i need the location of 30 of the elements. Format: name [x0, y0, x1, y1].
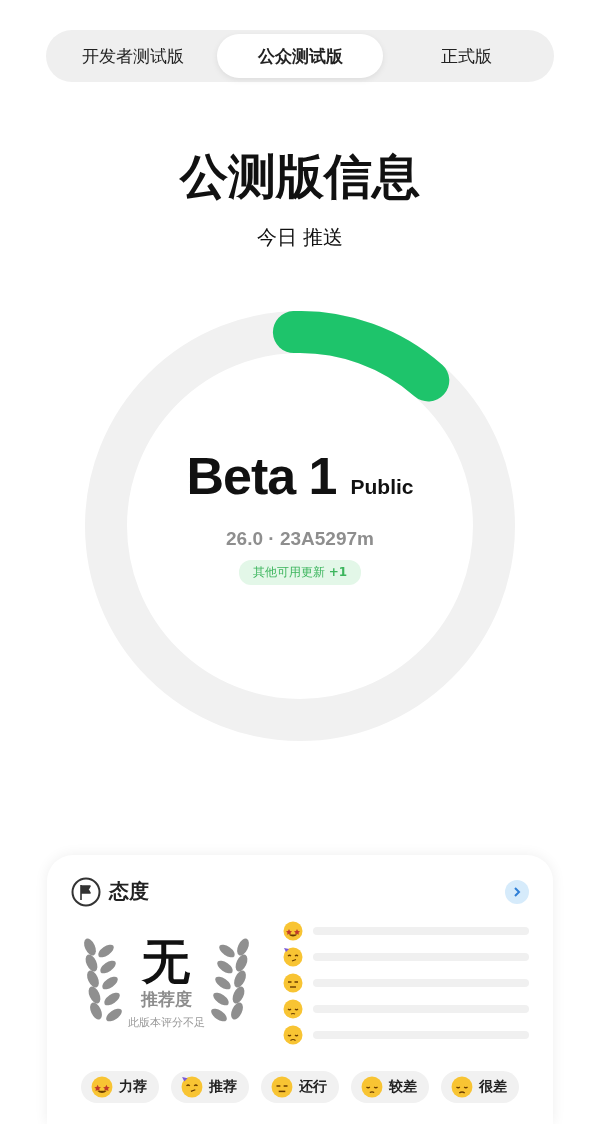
party-emoji-icon — [181, 1075, 203, 1098]
page-title: 公测版信息 — [180, 148, 420, 206]
neutral-emoji-icon — [283, 972, 303, 993]
vote-button[interactable]: 推荐 — [171, 1070, 249, 1103]
starstruck-emoji-icon — [91, 1075, 113, 1098]
pensive-emoji-icon — [361, 1075, 383, 1098]
chevron-right-icon — [512, 885, 522, 898]
vote-button[interactable]: 还行 — [261, 1070, 339, 1103]
neutral-emoji-icon — [271, 1075, 293, 1098]
vote-button[interactable]: 较差 — [351, 1070, 429, 1103]
sad-emoji-icon — [451, 1075, 473, 1098]
starstruck-emoji-icon — [283, 920, 303, 941]
recommendation-score: 无 — [142, 935, 190, 988]
next-button[interactable] — [505, 879, 529, 904]
version-tab[interactable]: 正式版 — [383, 34, 550, 78]
vote-button[interactable]: 很差 — [441, 1070, 519, 1103]
version-name: Beta 1 — [186, 446, 337, 507]
build-number: 26.0 · 23A5297m — [226, 528, 374, 551]
card-title: 态度 — [109, 878, 150, 906]
vote-button[interactable]: 力荐 — [81, 1070, 159, 1103]
page-subtitle: 今日 推送 — [256, 223, 344, 251]
pensive-emoji-icon — [283, 998, 303, 1019]
release-channel: Public — [350, 475, 414, 500]
score-label: 推荐度 — [140, 988, 192, 1011]
sad-emoji-icon — [283, 1024, 303, 1045]
flag-icon — [71, 876, 101, 907]
version-tab[interactable]: 开发者测试版 — [50, 34, 217, 78]
rating-note: 此版本评分不足 — [127, 1015, 205, 1030]
party-emoji-icon — [283, 946, 303, 967]
version-tab[interactable]: 公众测试版 — [216, 34, 384, 78]
